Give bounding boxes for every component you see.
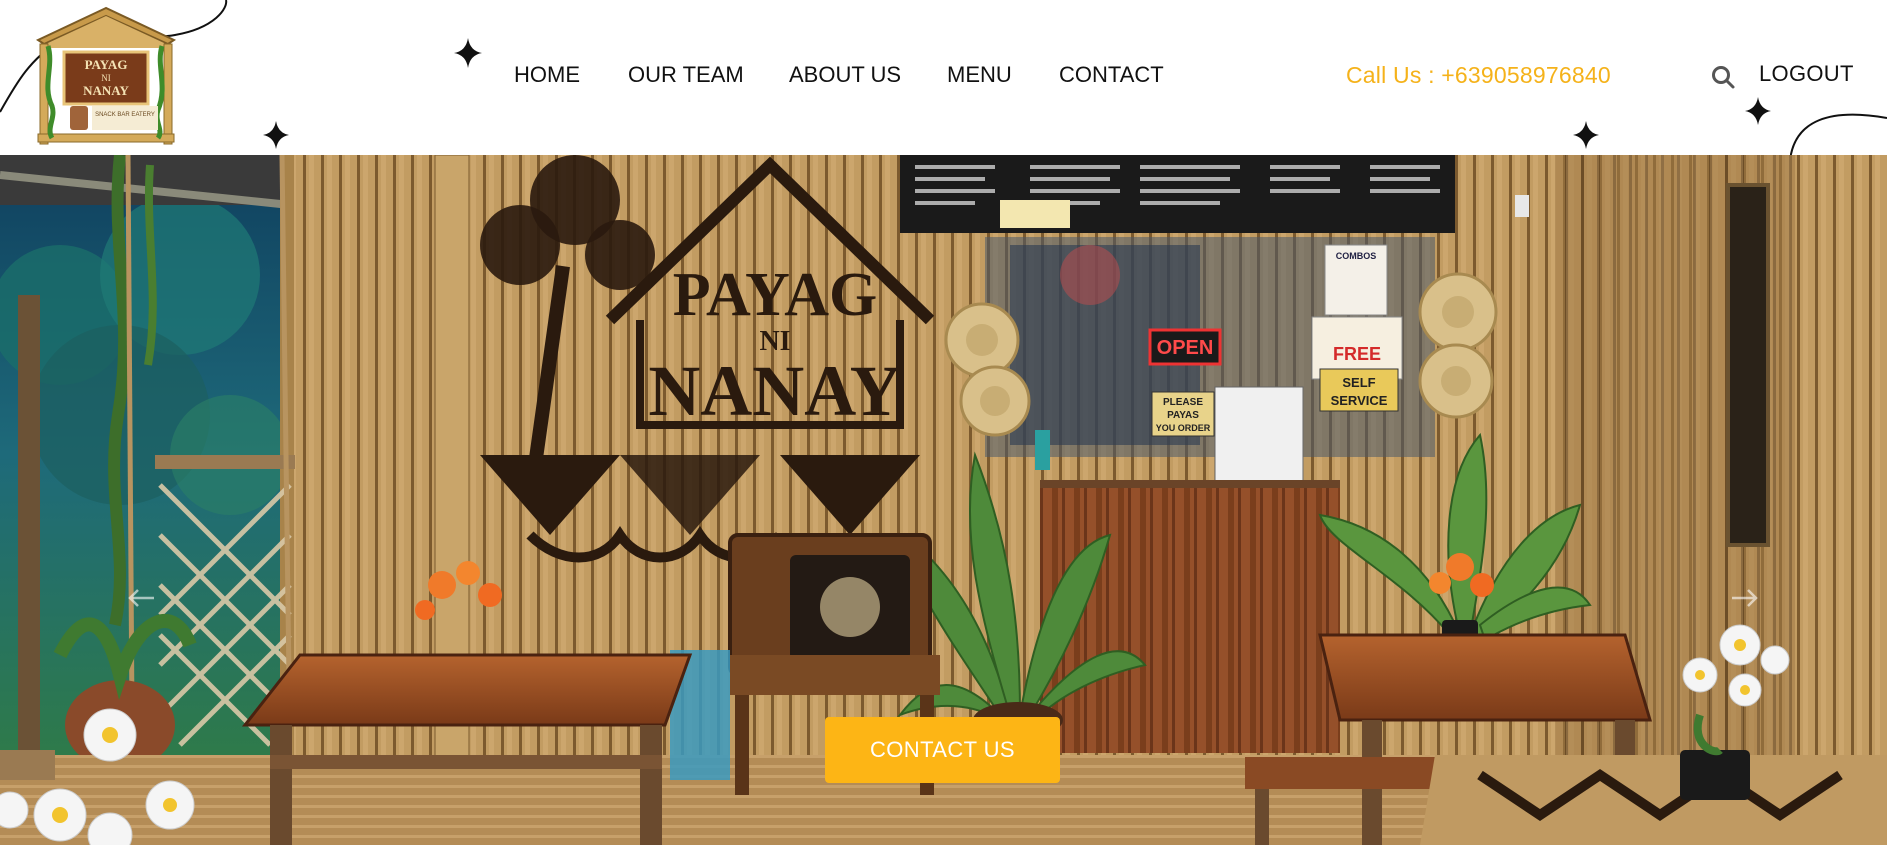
logo-text: NANAY — [83, 83, 129, 98]
site-header: PAYAG NI NANAY SNACK BAR EATERY HOME OUR… — [0, 0, 1887, 160]
logo-text: PAYAG — [85, 57, 128, 72]
nav-home[interactable]: HOME — [514, 62, 580, 88]
self-service-sign: SERVICE — [1331, 393, 1388, 408]
combos-sign: COMBOS — [1336, 251, 1377, 261]
sparkle-icon — [263, 121, 289, 149]
contact-us-button[interactable]: CONTACT US — [825, 717, 1060, 783]
decorative-curve-right — [1790, 113, 1887, 160]
promo-sign: FREE — [1333, 344, 1381, 364]
slider-prev-arrow-icon[interactable] — [126, 587, 156, 609]
please-sign-text: PLEASE — [1163, 397, 1203, 408]
logo-text: NI — [101, 73, 111, 83]
self-service-sign: SELF — [1342, 375, 1375, 390]
logout-link[interactable]: LOGOUT — [1759, 61, 1854, 87]
site-logo[interactable]: PAYAG NI NANAY SNACK BAR EATERY — [34, 6, 178, 148]
please-sign-text: PAYAS — [1167, 410, 1199, 421]
sparkle-icon — [1745, 97, 1771, 125]
mural-sign-line3: NANAY — [648, 351, 901, 431]
search-icon[interactable] — [1710, 64, 1736, 90]
logo-tagline: SNACK BAR EATERY — [95, 112, 155, 118]
nav-about-us[interactable]: ABOUT US — [789, 62, 901, 88]
phone-number[interactable]: Call Us : +639058976840 — [1346, 62, 1611, 89]
nav-contact[interactable]: CONTACT — [1059, 62, 1164, 88]
nav-our-team[interactable]: OUR TEAM — [628, 62, 744, 88]
slider-next-arrow-icon[interactable] — [1730, 587, 1760, 609]
nav-menu[interactable]: MENU — [947, 62, 1012, 88]
sparkle-icon — [454, 38, 482, 68]
open-sign: OPEN — [1157, 337, 1214, 359]
mural-sign-line1: PAYAG — [673, 261, 877, 329]
please-sign-text: YOU ORDER — [1156, 423, 1211, 433]
sparkle-icon — [1573, 121, 1599, 149]
